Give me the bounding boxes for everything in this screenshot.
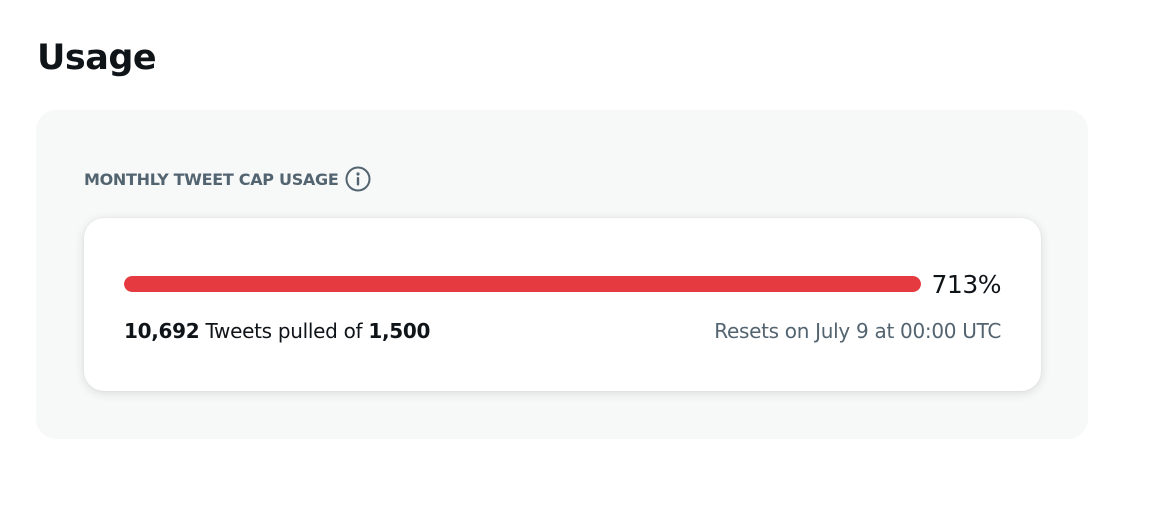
tweet-cap-limit: 1,500 (368, 319, 431, 343)
tweets-pulled-summary: 10,692 Tweets pulled of 1,500 (124, 319, 430, 343)
tweet-cap-header: MONTHLY TWEET CAP USAGE (84, 166, 371, 192)
usage-percent: 713% (931, 270, 1002, 299)
tweet-cap-label: MONTHLY TWEET CAP USAGE (84, 169, 339, 189)
usage-page: Usage MONTHLY TWEET CAP USAGE 713% 10,69… (0, 0, 1162, 512)
info-icon[interactable] (345, 166, 371, 192)
tweets-pulled-count: 10,692 (124, 319, 200, 343)
tweet-cap-card: 713% 10,692 Tweets pulled of 1,500 Reset… (84, 218, 1041, 391)
tweets-pulled-text: Tweets pulled of (205, 319, 363, 343)
page-title: Usage (37, 38, 157, 78)
usage-progress-fill (124, 276, 921, 292)
reset-date: Resets on July 9 at 00:00 UTC (714, 319, 1001, 343)
usage-panel: MONTHLY TWEET CAP USAGE 713% 10,692 Twee… (36, 110, 1088, 439)
usage-progress-bar (124, 276, 921, 292)
